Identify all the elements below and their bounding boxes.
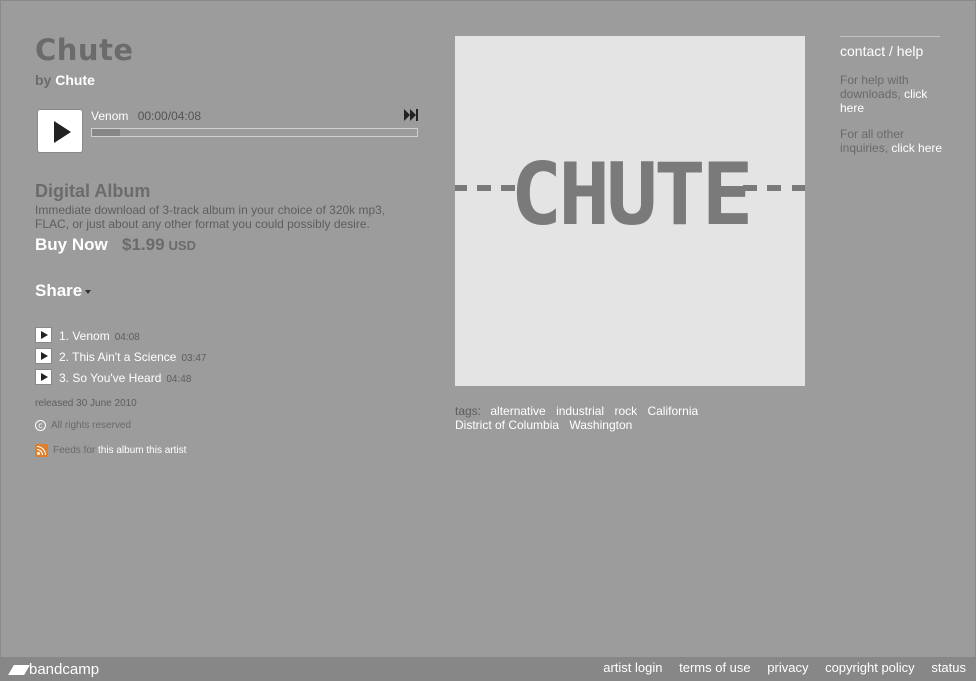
rights-text: All rights reserved	[51, 420, 132, 432]
price-amount: $1.99	[122, 235, 165, 254]
artist-link[interactable]: Chute	[55, 72, 95, 88]
artwork-text: CHUTE	[511, 145, 750, 245]
play-icon	[54, 121, 71, 143]
contact-help-link[interactable]: contact / help	[840, 36, 940, 59]
help-other-link[interactable]: click here	[891, 141, 942, 155]
release-date: released 30 June 2010	[35, 398, 137, 409]
track-play-button[interactable]	[35, 348, 52, 364]
buy-now-button[interactable]: Buy Now	[35, 235, 108, 255]
tag-link[interactable]: rock	[614, 404, 637, 418]
footer-links: artist login terms of use privacy copyri…	[590, 660, 966, 675]
album-byline: by Chute	[35, 72, 95, 88]
footer-link-copyright[interactable]: copyright policy	[825, 660, 915, 675]
price-currency: USD	[168, 238, 196, 253]
footer-link-privacy[interactable]: privacy	[767, 660, 808, 675]
rights-notice: c All rights reserved	[35, 420, 131, 431]
feed-album-link[interactable]: this album	[98, 445, 144, 456]
bandcamp-logo[interactable]: bandcamp	[8, 661, 100, 678]
footer-link-status[interactable]: status	[931, 660, 966, 675]
feed-artist-link[interactable]: this artist	[146, 445, 186, 456]
track-play-button[interactable]	[35, 369, 52, 385]
tag-link[interactable]: alternative	[490, 404, 545, 418]
share-button[interactable]: Share	[35, 281, 92, 301]
share-label: Share	[35, 281, 83, 300]
tags-label: tags:	[455, 404, 482, 418]
track-duration: 03:47	[181, 353, 207, 364]
album-artwork: CHUTE	[455, 36, 805, 386]
play-icon	[41, 331, 48, 339]
track-title[interactable]: 2. This Ain't a Science	[59, 350, 176, 364]
copyright-icon: c	[35, 420, 46, 431]
artwork-logo: CHUTE	[455, 145, 805, 245]
feeds-prefix: Feeds for	[53, 445, 96, 457]
help-other: For all other inquiries, click here	[840, 127, 945, 155]
progress-bar[interactable]	[91, 128, 418, 137]
track-title[interactable]: 1. Venom	[59, 329, 110, 343]
now-playing-time: 00:00/04:08	[137, 109, 202, 123]
play-button[interactable]	[37, 109, 83, 153]
now-playing: Venom 00:00/04:08	[91, 109, 201, 123]
tag-link[interactable]: California	[647, 404, 698, 418]
format-title: Digital Album	[35, 181, 151, 201]
track-duration: 04:48	[166, 374, 192, 385]
help-downloads: For help with downloads, click here	[840, 73, 945, 115]
footer: bandcamp artist login terms of use priva…	[0, 657, 976, 681]
bandcamp-logo-text: bandcamp	[29, 661, 100, 678]
tag-link[interactable]: District of Columbia	[455, 418, 559, 432]
footer-link-terms[interactable]: terms of use	[679, 660, 751, 675]
track-play-button[interactable]	[35, 327, 52, 343]
progress-handle[interactable]	[92, 129, 120, 136]
tags: tags: alternative industrial rock Califo…	[455, 404, 805, 432]
footer-link-artist-login[interactable]: artist login	[603, 660, 662, 675]
next-track-icon[interactable]	[403, 108, 419, 122]
play-icon	[41, 352, 48, 360]
by-prefix: by	[35, 72, 52, 88]
price: $1.99 USD	[122, 235, 196, 255]
now-playing-title: Venom	[91, 109, 129, 123]
track-title[interactable]: 3. So You've Heard	[59, 371, 161, 385]
tag-link[interactable]: Washington	[569, 418, 632, 432]
tag-link[interactable]: industrial	[556, 404, 604, 418]
help-downloads-text: For help with downloads,	[840, 73, 909, 101]
track-duration: 04:08	[114, 332, 140, 343]
play-icon	[41, 373, 48, 381]
feeds: Feeds for this album this artist	[35, 444, 186, 457]
format-description: Immediate download of 3-track album in y…	[35, 203, 386, 231]
chevron-down-icon	[85, 289, 92, 294]
rss-icon[interactable]	[35, 444, 48, 457]
album-title: Chute	[35, 33, 134, 67]
bandcamp-logo-icon	[8, 665, 30, 676]
